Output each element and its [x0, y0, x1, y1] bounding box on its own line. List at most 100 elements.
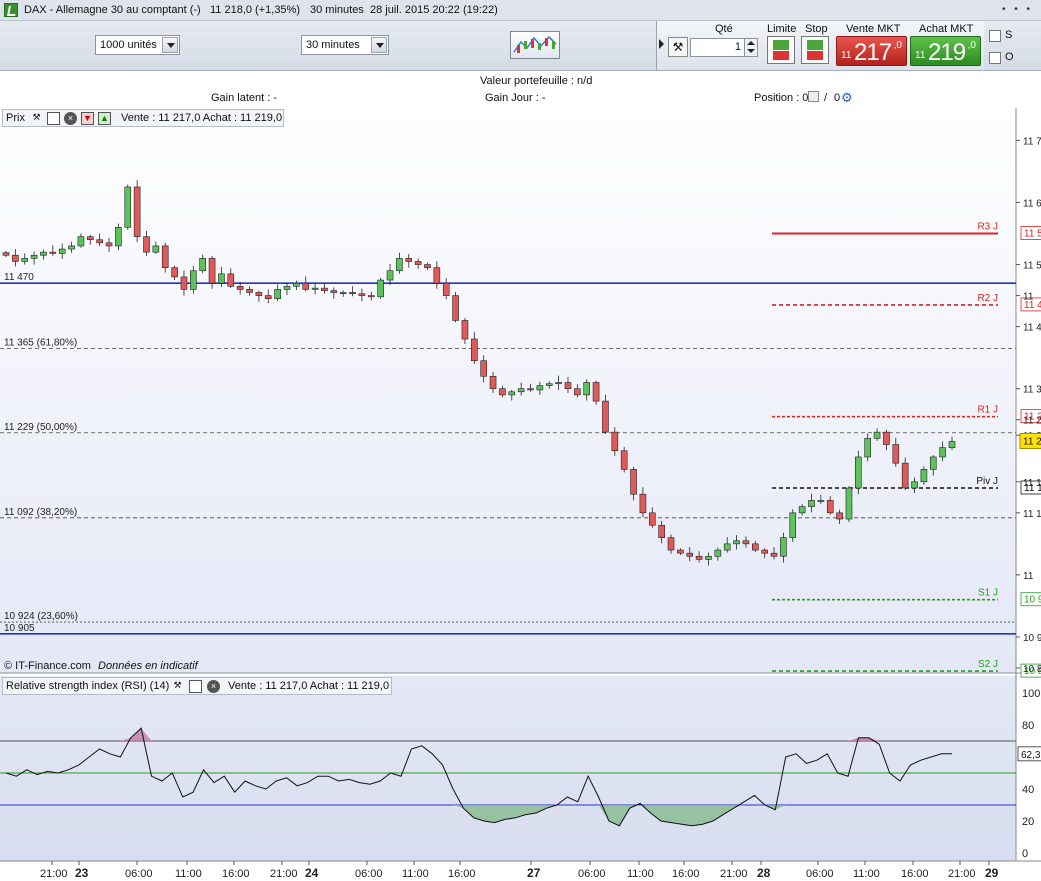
rsi-panel-header: Relative strength index (RSI) (14) ⚒ × V… [2, 677, 392, 695]
buy-market-button[interactable]: 11 219 ,0 [910, 36, 981, 66]
instrument-icon [4, 3, 18, 17]
candle-body [892, 444, 900, 464]
limit-order-button[interactable] [767, 36, 795, 64]
close-icon[interactable]: × [207, 680, 220, 693]
stop-order-button[interactable] [801, 36, 829, 64]
collapse-arrow-icon[interactable] [659, 39, 664, 49]
time-axis-label: 21:00 [720, 868, 748, 880]
pivot-price-tag-text: 11 5 [1024, 229, 1041, 240]
candle-body [789, 512, 797, 538]
wrench-icon[interactable]: ⚒ [171, 680, 184, 693]
wrench-icon[interactable]: ⚒ [30, 112, 43, 125]
time-axis-label: 16:00 [901, 868, 929, 880]
window-icon[interactable] [189, 680, 202, 693]
candle-body [798, 506, 806, 514]
rsi-axis-label: 80 [1022, 720, 1034, 732]
candle-body [686, 552, 694, 557]
fib-level-label: 11 229 (50,00%) [4, 422, 77, 433]
time-axis-label: 16:00 [672, 868, 700, 880]
candle-body [199, 258, 206, 272]
checkbox-o[interactable] [989, 52, 1001, 64]
candle-body [648, 512, 656, 526]
price-axis-label: 11 [1023, 292, 1034, 303]
quantity-stepper[interactable]: 1 [690, 38, 758, 57]
candle-body [639, 493, 647, 514]
candle-body [96, 239, 103, 244]
candle-body [911, 481, 918, 489]
candle-body [58, 248, 66, 254]
title-bar: DAX - Allemagne 30 au comptant (-) 11 21… [0, 0, 1041, 21]
rsi-value-tag-text: 62,3 [1021, 750, 1041, 761]
price-axis-label: 11 4 [1023, 323, 1041, 334]
candle-body [480, 360, 487, 377]
price-axis-label: 11 5 [1023, 261, 1041, 272]
chevron-down-icon[interactable] [162, 37, 178, 53]
fib-level-label: 11 365 (61,80%) [4, 337, 77, 348]
candle-body [929, 456, 937, 470]
wrench-icon[interactable]: ⚒ [668, 37, 688, 57]
candle-body [864, 438, 872, 458]
qty-label: Qté [715, 23, 733, 35]
candle-body [21, 258, 29, 262]
size-select[interactable]: 1000 unités [95, 35, 180, 55]
move-up-icon[interactable]: ▲ [98, 112, 111, 125]
chevron-down-icon[interactable] [371, 37, 387, 53]
candle-body [358, 293, 366, 296]
sell-price-prefix: 11 [841, 50, 852, 61]
move-down-icon[interactable]: ▼ [81, 112, 94, 125]
checkbox-s[interactable] [989, 30, 1001, 42]
price-panel-header: Prix ⚒ × ▼ ▲ Vente : 11 217,0 Achat : 11… [2, 109, 284, 127]
rsi-axis-label: 20 [1022, 816, 1034, 828]
day-gain: Gain Jour : - [485, 92, 546, 104]
time-axis-label: 21:00 [948, 868, 976, 880]
candle-body [264, 295, 272, 299]
candle-body [855, 456, 862, 489]
candle-body [883, 431, 890, 445]
limit-label: Limite [767, 23, 797, 35]
candle-body [461, 320, 469, 340]
pivot-label: S1 J [978, 588, 998, 599]
candle-body [405, 258, 413, 262]
chart-area[interactable]: 11 470 11 365 (61,80%) 11 229 (50,00%) 11 0… [0, 108, 1041, 881]
candle-body [124, 186, 132, 228]
candle-body [171, 267, 178, 278]
price-axis-label: 11 1 [1023, 509, 1041, 520]
close-icon[interactable]: × [64, 112, 77, 125]
rsi-axis-label: 100 [1022, 688, 1040, 700]
spin-arrows-icon[interactable] [744, 39, 757, 56]
checkbox-s-label: S [1005, 29, 1013, 41]
pivot-label: R2 J [977, 293, 998, 304]
window-icon[interactable] [47, 112, 60, 125]
chart-type-button[interactable] [510, 31, 560, 59]
candle-body [705, 555, 712, 560]
rsi-panel-bg [0, 676, 1016, 861]
trade-panel: ⚒ Qté 1 Limite Stop Vente MKT 11 217 ,0 … [656, 21, 984, 70]
timeframe-select[interactable]: 30 minutes [301, 35, 389, 55]
candle-body [49, 251, 57, 254]
more-icon[interactable]: • • • [1002, 4, 1033, 15]
candle-body [339, 292, 347, 294]
time-axis-label: 29 [985, 866, 999, 880]
time-axis-label: 16:00 [222, 868, 250, 880]
candle-body [920, 469, 928, 483]
candle-body [30, 254, 38, 259]
candle-body [2, 252, 10, 256]
candle-body [161, 245, 169, 268]
position-icon[interactable] [808, 91, 819, 102]
candle-body [583, 382, 591, 396]
candle-body [555, 382, 562, 385]
candle-body [442, 282, 450, 296]
time-axis-label: 06:00 [125, 868, 153, 880]
candle-body [527, 388, 534, 391]
candle-body [227, 273, 235, 287]
toolbar: 1000 unités 30 minutes ⚒ Qté 1 Limite St… [0, 21, 1041, 71]
pivot-label: Piv J [976, 476, 998, 487]
sell-market-button[interactable]: 11 217 ,0 [836, 36, 907, 66]
buy-price-prefix: 11 [915, 50, 926, 61]
candle-body [283, 285, 291, 290]
candle-body [545, 383, 553, 386]
indicative-text: Données en indicatif [98, 660, 198, 672]
position-label: Position : 0 [754, 92, 809, 104]
candle-body [508, 391, 516, 396]
gear-icon[interactable]: ⚙ [841, 90, 853, 106]
